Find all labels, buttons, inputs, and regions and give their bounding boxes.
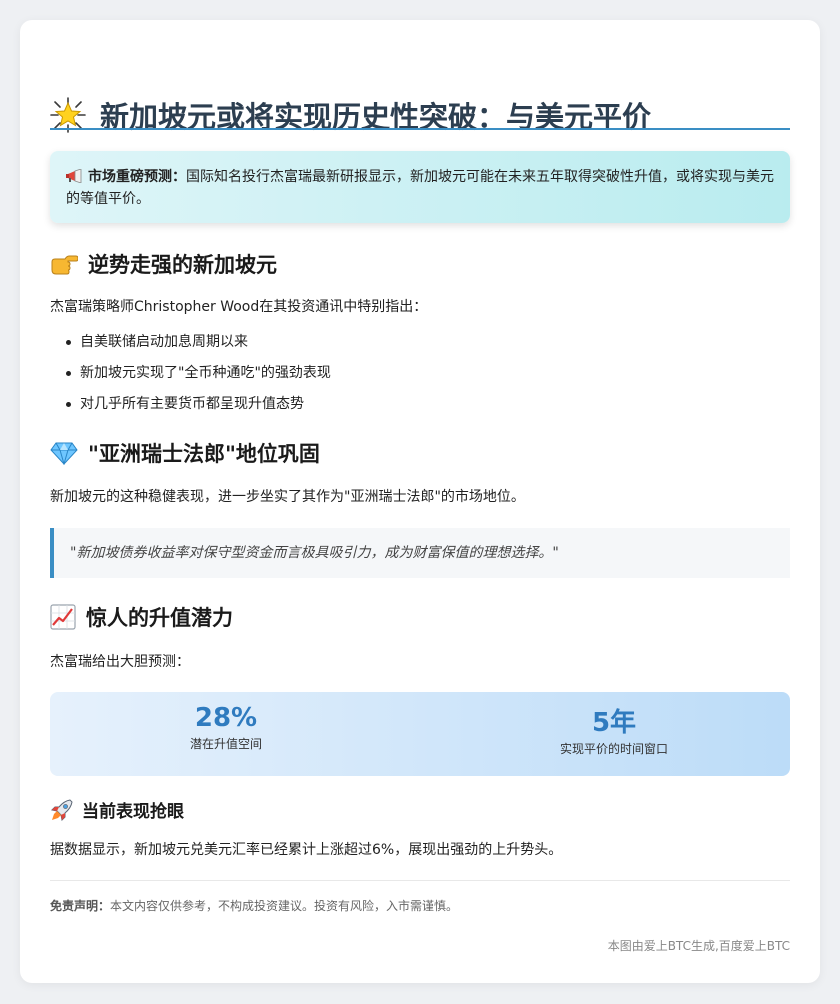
section-heading-text: "亚洲瑞士法郎"地位巩固 [88,442,320,466]
section1-intro: 杰富瑞策略师Christopher Wood在其投资通讯中特别指出： [50,299,428,315]
disclaimer: 免责声明：本文内容仅供参考，不构成投资建议。投资有风险，入市需谨慎。 [50,897,790,915]
credit-text: 本图由爱上BTC生成,百度爱上BTC [607,939,790,953]
bullet-list: 自美联储启动加息周期以来 新加坡元实现了"全币种通吃"的强劲表现 对几乎所有主要… [62,331,762,424]
stat-appreciation: 28% 潜在升值空间 [50,692,402,776]
stat-label: 潜在升值空间 [189,736,262,751]
section-heading-text: 逆势走强的新加坡元 [88,253,277,277]
list-item: 自美联储启动加息周期以来 [62,331,762,362]
article-card: 新加坡元或将实现历史性突破：与美元平价 市场重磅预测：国际知名投行杰富瑞最新研报… [20,20,820,983]
disclaimer-text: 本文内容仅供参考，不构成投资建议。投资有风险，入市需谨慎。 [110,899,459,913]
section-heading-performance: 当前表现抢眼 [50,797,790,822]
stat-value: 28% [194,702,258,733]
alert-label: 市场重磅预测： [88,169,186,185]
stat-label: 实现平价的时间窗口 [559,741,668,756]
stat-value: 5年 [591,707,637,738]
gem-icon [50,441,78,465]
section2-text: 新加坡元的这种稳健表现，进一步坐实了其作为"亚洲瑞士法郎"的市场地位。 [50,489,525,505]
section-heading-strengthening: 逆势走强的新加坡元 [50,249,790,279]
chart-increasing-icon [50,604,76,630]
megaphone-icon [66,169,84,183]
section-heading-asian-franc: "亚洲瑞士法郎"地位巩固 [50,438,790,468]
stat-time-window: 5年 实现平价的时间窗口 [402,692,790,776]
disclaimer-label: 免责声明： [50,899,111,913]
footer-divider [50,880,790,881]
quote-block: "新加坡债券收益率对保守型资金而言极具吸引力，成为财富保值的理想选择。" [50,528,790,578]
stats-box: 28% 潜在升值空间 5年 实现平价的时间窗口 [50,692,790,776]
list-item: 新加坡元实现了"全币种通吃"的强劲表现 [62,362,762,393]
section-heading-potential: 惊人的升值潜力 [50,602,790,632]
title-underline [50,128,790,130]
rocket-icon [50,798,74,822]
section-heading-text: 当前表现抢眼 [82,802,184,822]
alert-box: 市场重磅预测：国际知名投行杰富瑞最新研报显示，新加坡元可能在未来五年取得突破性升… [50,151,790,223]
section3-intro: 杰富瑞给出大胆预测： [50,654,190,670]
list-item: 对几乎所有主要货币都呈现升值态势 [62,393,762,424]
pointing-hand-icon [50,252,78,276]
section4-text: 据数据显示，新加坡元兑美元汇率已经累计上涨超过6%，展现出强劲的上升势头。 [50,842,563,858]
section-heading-text: 惊人的升值潜力 [86,606,233,630]
